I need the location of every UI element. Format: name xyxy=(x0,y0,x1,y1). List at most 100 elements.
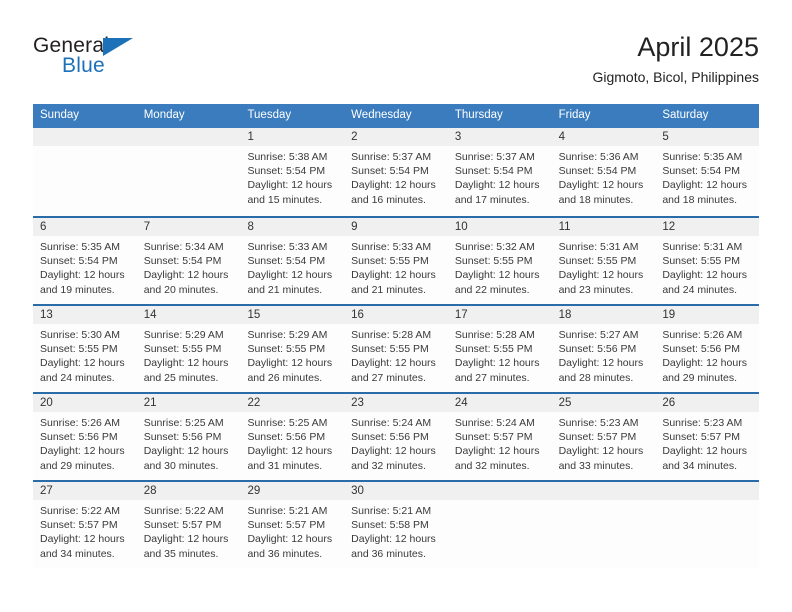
daylight-text-line1: Daylight: 12 hours xyxy=(143,357,229,370)
day-cell[interactable]: 23 Sunrise: 5:24 AM Sunset: 5:56 PM Dayligh… xyxy=(344,394,448,480)
sunset-text: Sunset: 5:54 PM xyxy=(247,255,326,268)
day-details: Sunrise: 5:31 AM Sunset: 5:55 PM Daylight:… xyxy=(552,236,656,297)
day-cell[interactable]: 4 Sunrise: 5:36 AM Sunset: 5:54 PM Daylight… xyxy=(551,128,656,216)
daylight-text-line2: and 36 minutes. xyxy=(351,547,426,560)
sunrise-text: Sunrise: 5:35 AM xyxy=(662,151,743,163)
day-cell[interactable]: 9 Sunrise: 5:33 AM Sunset: 5:55 PM Daylight… xyxy=(344,218,448,304)
day-cell[interactable]: 14 Sunrise: 5:29 AM Sunset: 5:55 PM Dayligh… xyxy=(136,306,241,392)
day-number: 14 xyxy=(136,306,241,324)
sunrise-text: Sunrise: 5:30 AM xyxy=(40,329,120,341)
daylight-text-line1: Daylight: 12 hours xyxy=(40,445,125,458)
daylight-text-line1: Daylight: 12 hours xyxy=(247,357,333,370)
day-number: 22 xyxy=(240,394,345,412)
sunrise-text: Sunrise: 5:23 AM xyxy=(558,417,639,429)
sunset-text: Sunset: 5:56 PM xyxy=(662,343,740,356)
daylight-text-line1: Daylight: 12 hours xyxy=(662,445,747,458)
sunset-text: Sunset: 5:54 PM xyxy=(40,255,118,268)
day-number: 8 xyxy=(240,218,345,236)
daylight-text-line2: and 33 minutes. xyxy=(558,459,634,472)
sunrise-text: Sunrise: 5:29 AM xyxy=(247,329,328,341)
daylight-text-line1: Daylight: 12 hours xyxy=(143,445,229,458)
sunset-text: Sunset: 5:55 PM xyxy=(454,343,533,356)
sunrise-text: Sunrise: 5:25 AM xyxy=(143,417,224,429)
daylight-text-line2: and 21 minutes. xyxy=(247,283,323,296)
day-cell[interactable]: 22 Sunrise: 5:25 AM Sunset: 5:56 PM Dayligh… xyxy=(240,394,345,480)
day-cell[interactable]: 2 Sunrise: 5:37 AM Sunset: 5:54 PM Daylight… xyxy=(344,128,448,216)
daylight-text-line2: and 28 minutes. xyxy=(558,371,634,384)
sunset-text: Sunset: 5:56 PM xyxy=(558,343,637,356)
day-cell-empty xyxy=(655,482,760,568)
sunset-text: Sunset: 5:55 PM xyxy=(247,343,326,356)
calendar-week-row: 13 Sunrise: 5:30 AM Sunset: 5:55 PM Dayligh… xyxy=(33,304,760,392)
sunset-text: Sunset: 5:56 PM xyxy=(143,431,222,444)
day-cell-empty xyxy=(447,482,552,568)
sunrise-text: Sunrise: 5:25 AM xyxy=(247,417,328,429)
day-number: 4 xyxy=(551,128,656,146)
day-cell[interactable]: 16 Sunrise: 5:28 AM Sunset: 5:55 PM Dayligh… xyxy=(344,306,448,392)
day-cell[interactable]: 28 Sunrise: 5:22 AM Sunset: 5:57 PM Dayligh… xyxy=(136,482,241,568)
sunrise-text: Sunrise: 5:26 AM xyxy=(662,329,743,341)
day-cell[interactable]: 24 Sunrise: 5:24 AM Sunset: 5:57 PM Dayligh… xyxy=(447,394,552,480)
day-number: 2 xyxy=(344,128,448,146)
sunset-text: Sunset: 5:57 PM xyxy=(454,431,533,444)
sunrise-text: Sunrise: 5:23 AM xyxy=(662,417,743,429)
generalblue-logo[interactable]: General Blue xyxy=(33,34,213,90)
day-cell[interactable]: 7 Sunrise: 5:34 AM Sunset: 5:54 PM Daylight… xyxy=(136,218,241,304)
sunset-text: Sunset: 5:57 PM xyxy=(558,431,637,444)
day-cell[interactable]: 19 Sunrise: 5:26 AM Sunset: 5:56 PM Dayligh… xyxy=(655,306,760,392)
day-details: Sunrise: 5:33 AM Sunset: 5:55 PM Daylight:… xyxy=(344,236,448,297)
day-cell[interactable]: 5 Sunrise: 5:35 AM Sunset: 5:54 PM Daylight… xyxy=(655,128,760,216)
day-number: 29 xyxy=(240,482,345,500)
day-cell[interactable]: 12 Sunrise: 5:31 AM Sunset: 5:55 PM Dayligh… xyxy=(655,218,760,304)
sunset-text: Sunset: 5:58 PM xyxy=(351,519,429,532)
day-number: 6 xyxy=(33,218,137,236)
day-number xyxy=(551,482,656,500)
day-number: 3 xyxy=(447,128,552,146)
day-cell[interactable]: 17 Sunrise: 5:28 AM Sunset: 5:55 PM Dayligh… xyxy=(447,306,552,392)
daylight-text-line1: Daylight: 12 hours xyxy=(558,445,644,458)
sunrise-text: Sunrise: 5:22 AM xyxy=(40,505,120,517)
day-cell[interactable]: 3 Sunrise: 5:37 AM Sunset: 5:54 PM Daylight… xyxy=(447,128,552,216)
day-cell[interactable]: 20 Sunrise: 5:26 AM Sunset: 5:56 PM Dayligh… xyxy=(33,394,137,480)
sunrise-text: Sunrise: 5:29 AM xyxy=(143,329,224,341)
day-cell[interactable]: 26 Sunrise: 5:23 AM Sunset: 5:57 PM Dayligh… xyxy=(655,394,760,480)
day-cell-empty xyxy=(551,482,656,568)
day-number: 10 xyxy=(447,218,552,236)
day-cell[interactable]: 29 Sunrise: 5:21 AM Sunset: 5:57 PM Dayligh… xyxy=(240,482,345,568)
sunrise-text: Sunrise: 5:31 AM xyxy=(558,241,639,253)
day-details: Sunrise: 5:22 AM Sunset: 5:57 PM Daylight:… xyxy=(137,500,241,561)
day-cell[interactable]: 10 Sunrise: 5:32 AM Sunset: 5:55 PM Dayligh… xyxy=(447,218,552,304)
day-number: 28 xyxy=(136,482,241,500)
day-details: Sunrise: 5:34 AM Sunset: 5:54 PM Daylight:… xyxy=(137,236,241,297)
daylight-text-line1: Daylight: 12 hours xyxy=(40,533,125,546)
daylight-text-line1: Daylight: 12 hours xyxy=(143,533,229,546)
day-cell[interactable]: 1 Sunrise: 5:38 AM Sunset: 5:54 PM Daylight… xyxy=(240,128,345,216)
calendar-week-row: 1 Sunrise: 5:38 AM Sunset: 5:54 PM Daylight… xyxy=(33,128,760,216)
daylight-text-line1: Daylight: 12 hours xyxy=(454,269,540,282)
daylight-text-line2: and 36 minutes. xyxy=(247,547,323,560)
day-cell[interactable]: 27 Sunrise: 5:22 AM Sunset: 5:57 PM Dayligh… xyxy=(33,482,137,568)
day-cell-empty xyxy=(33,128,137,216)
day-number: 27 xyxy=(33,482,137,500)
daylight-text-line1: Daylight: 12 hours xyxy=(40,357,125,370)
day-cell[interactable]: 21 Sunrise: 5:25 AM Sunset: 5:56 PM Dayligh… xyxy=(136,394,241,480)
day-cell[interactable]: 30 Sunrise: 5:21 AM Sunset: 5:58 PM Dayligh… xyxy=(344,482,448,568)
day-cell[interactable]: 8 Sunrise: 5:33 AM Sunset: 5:54 PM Daylight… xyxy=(240,218,345,304)
day-cell[interactable]: 18 Sunrise: 5:27 AM Sunset: 5:56 PM Dayligh… xyxy=(551,306,656,392)
day-cell[interactable]: 6 Sunrise: 5:35 AM Sunset: 5:54 PM Daylight… xyxy=(33,218,137,304)
day-number xyxy=(655,482,760,500)
sunrise-text: Sunrise: 5:21 AM xyxy=(247,505,328,517)
sunset-text: Sunset: 5:57 PM xyxy=(662,431,740,444)
sunset-text: Sunset: 5:57 PM xyxy=(143,519,222,532)
day-details: Sunrise: 5:29 AM Sunset: 5:55 PM Daylight:… xyxy=(137,324,241,385)
sunset-text: Sunset: 5:55 PM xyxy=(351,255,429,268)
day-cell[interactable]: 11 Sunrise: 5:31 AM Sunset: 5:55 PM Dayligh… xyxy=(551,218,656,304)
daylight-text-line1: Daylight: 12 hours xyxy=(351,533,436,546)
day-number xyxy=(447,482,552,500)
sunset-text: Sunset: 5:55 PM xyxy=(454,255,533,268)
sunrise-text: Sunrise: 5:28 AM xyxy=(351,329,432,341)
day-cell[interactable]: 25 Sunrise: 5:23 AM Sunset: 5:57 PM Dayligh… xyxy=(551,394,656,480)
day-cell[interactable]: 13 Sunrise: 5:30 AM Sunset: 5:55 PM Dayligh… xyxy=(33,306,137,392)
day-cell[interactable]: 15 Sunrise: 5:29 AM Sunset: 5:55 PM Dayligh… xyxy=(240,306,345,392)
sunrise-text: Sunrise: 5:38 AM xyxy=(247,151,328,163)
